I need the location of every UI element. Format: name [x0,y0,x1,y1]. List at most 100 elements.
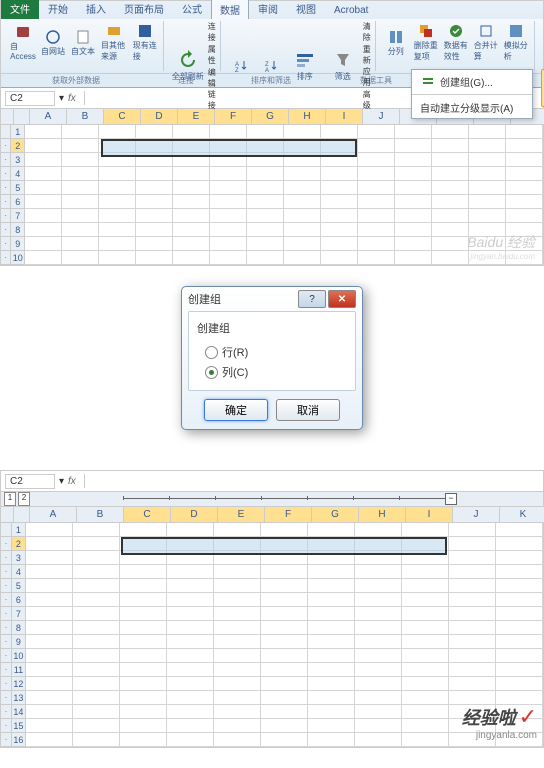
cell[interactable] [358,251,395,265]
row-header[interactable]: 7 [12,607,26,621]
tab-file[interactable]: 文件 [1,0,39,19]
formula-input-2[interactable] [84,474,539,488]
row-header[interactable]: 5 [11,181,25,195]
cell[interactable] [247,251,284,265]
cell[interactable] [506,153,543,167]
row-header[interactable]: 7 [11,209,25,223]
reapply-filter[interactable]: 重新应用 [363,44,371,88]
col-header-D[interactable]: D [141,109,178,125]
row-header[interactable]: 9 [12,635,26,649]
row-header[interactable]: 1 [11,125,25,139]
cell[interactable] [210,209,247,223]
col2-I[interactable]: I [406,507,453,523]
tab-formula[interactable]: 公式 [173,0,211,19]
cell[interactable] [395,223,432,237]
name-box[interactable]: C2 [5,91,55,106]
cell[interactable] [214,691,261,705]
cell[interactable] [120,705,167,719]
cell[interactable] [308,551,355,565]
cell[interactable] [284,167,321,181]
cell[interactable] [167,579,214,593]
cell[interactable] [355,565,402,579]
cell[interactable] [402,565,449,579]
cell[interactable] [173,251,210,265]
tab-layout[interactable]: 页面布局 [115,0,173,19]
cell[interactable] [506,195,543,209]
row-header[interactable]: 4 [11,167,25,181]
select-all-corner-2[interactable] [1,507,30,523]
col2-G[interactable]: G [312,507,359,523]
row-header[interactable]: 6 [12,593,26,607]
row-header[interactable]: 11 [12,663,26,677]
sort-button[interactable]: 排序 [287,48,323,84]
col-header-C[interactable]: C [104,109,141,125]
cell[interactable] [136,167,173,181]
cell[interactable] [402,733,449,747]
cell[interactable] [214,537,261,551]
cell[interactable] [136,125,173,139]
cell[interactable] [210,167,247,181]
tab-review[interactable]: 审阅 [249,0,287,19]
row-header[interactable]: 3 [11,153,25,167]
cell[interactable] [261,691,308,705]
cell[interactable] [261,649,308,663]
cell[interactable] [321,223,358,237]
cell[interactable] [25,139,62,153]
cell[interactable] [308,691,355,705]
cell[interactable] [395,195,432,209]
cell[interactable] [432,167,469,181]
row-header[interactable]: 2 [11,139,25,153]
cell[interactable] [261,523,308,537]
cell[interactable] [449,607,496,621]
outline-level-1[interactable]: 1 [4,492,16,506]
properties-link[interactable]: 属性 [208,44,216,66]
cell[interactable] [469,153,506,167]
cell[interactable] [355,551,402,565]
cell[interactable] [496,579,543,593]
cell[interactable] [210,251,247,265]
cell[interactable] [120,635,167,649]
tab-home[interactable]: 开始 [39,0,77,19]
cell[interactable] [308,523,355,537]
cell[interactable] [358,195,395,209]
advanced-filter[interactable]: 高级 [363,89,371,111]
cell[interactable] [496,551,543,565]
row-header[interactable]: 1 [12,523,26,537]
outline-collapse-button[interactable]: − [445,493,457,505]
col-header-I[interactable]: I [326,109,363,125]
cell[interactable] [469,209,506,223]
cell[interactable] [261,733,308,747]
cell[interactable] [395,139,432,153]
cell[interactable] [261,621,308,635]
cell[interactable] [120,523,167,537]
cell[interactable] [214,663,261,677]
cell[interactable] [247,209,284,223]
row-header[interactable]: 9 [11,237,25,251]
cell[interactable] [62,237,99,251]
cell[interactable] [402,607,449,621]
cell[interactable] [355,719,402,733]
cell[interactable] [26,691,73,705]
cell[interactable] [261,635,308,649]
cell[interactable] [173,125,210,139]
cell[interactable] [73,649,120,663]
cell[interactable] [26,663,73,677]
name-box-dropdown-icon[interactable]: ▾ [59,93,64,104]
cell[interactable] [308,677,355,691]
cell[interactable] [26,635,73,649]
cell[interactable] [355,705,402,719]
cell[interactable] [136,209,173,223]
cell[interactable] [167,691,214,705]
tab-data[interactable]: 数据 [211,0,249,19]
cell[interactable] [506,181,543,195]
cell[interactable] [120,733,167,747]
col2-K[interactable]: K [500,507,544,523]
cell[interactable] [496,607,543,621]
cell[interactable] [308,719,355,733]
cell[interactable] [469,139,506,153]
cell[interactable] [321,167,358,181]
col-header-H[interactable]: H [289,109,326,125]
cell[interactable] [449,663,496,677]
col2-A[interactable]: A [30,507,77,523]
cell[interactable] [210,237,247,251]
